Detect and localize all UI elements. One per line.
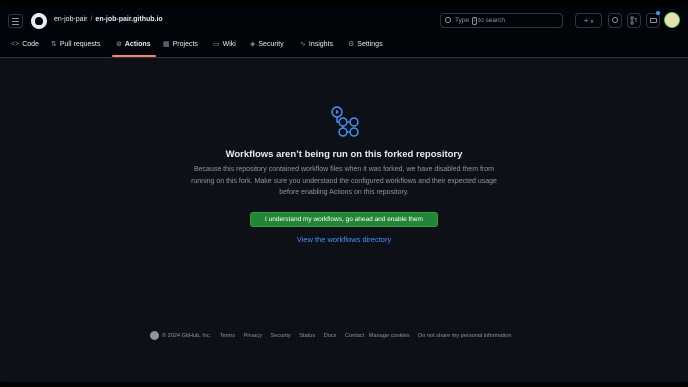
enable-workflows-button[interactable]: I understand my workflows, go ahead and … [250, 212, 438, 227]
play-icon: ⊙ [116, 41, 122, 48]
tab-insights[interactable]: ∿ Insights [300, 37, 333, 57]
tab-wiki[interactable]: ▭ Wiki [213, 37, 236, 57]
tab-label: Security [258, 41, 284, 48]
graph-icon: ∿ [300, 41, 306, 48]
tab-label: Code [22, 41, 39, 48]
tab-label: Wiki [222, 41, 236, 48]
tab-actions[interactable]: ⊙ Actions [116, 37, 151, 57]
inbox-button[interactable] [646, 13, 660, 28]
repo-header: en-job-pair / en-job-pair.github.io Type /… [0, 6, 688, 58]
search-input[interactable]: Type / to search [440, 13, 563, 28]
owner-link[interactable]: en-job-pair [54, 16, 87, 23]
footer-link-contact[interactable]: Contact [345, 333, 364, 339]
code-icon: <> [11, 41, 20, 48]
browser-page: en-job-pair / en-job-pair.github.io Type /… [0, 6, 688, 382]
chevron-down-icon: ▾ [590, 19, 594, 25]
notification-indicator [656, 11, 660, 15]
issue-circle-icon [612, 17, 618, 23]
pull-request-icon: ⇅ [51, 41, 57, 48]
tab-label: Pull requests [59, 41, 101, 48]
workflows-directory-link[interactable]: View the workflows directory [0, 235, 688, 244]
shield-icon: ◈ [250, 41, 256, 48]
search-prefix: Type [455, 17, 470, 24]
tab-label: Insights [308, 41, 333, 48]
footer-link-privacy[interactable]: Privacy [244, 333, 262, 339]
footer-link-security[interactable]: Security [270, 333, 290, 339]
github-logo-icon[interactable] [31, 13, 47, 29]
breadcrumb: en-job-pair / en-job-pair.github.io [54, 16, 163, 23]
tab-label: Actions [124, 41, 151, 48]
footer: © 2024 GitHub, Inc. Terms Privacy Securi… [150, 331, 511, 340]
table-icon: ▦ [163, 41, 170, 48]
page-title: Workflows aren’t being run on this forke… [225, 149, 463, 160]
avatar[interactable] [664, 12, 680, 28]
issues-button[interactable] [608, 13, 622, 28]
workflow-icon [331, 106, 359, 137]
pull-request-icon [630, 16, 637, 25]
search-icon [445, 17, 451, 23]
plus-icon: + [583, 16, 589, 25]
footer-link-status[interactable]: Status [299, 333, 315, 339]
footer-link-do-not-share[interactable]: Do not share my personal information [418, 333, 511, 339]
pull-requests-button[interactable] [627, 13, 641, 28]
create-new-button[interactable]: + ▾ [575, 13, 602, 28]
tab-label: Settings [357, 41, 383, 48]
active-tab-indicator [112, 55, 156, 57]
footer-link-docs[interactable]: Docs [324, 333, 337, 339]
tab-pull-requests[interactable]: ⇅ Pull requests [51, 37, 100, 57]
tab-label: Projects [172, 41, 198, 48]
github-footer-logo-icon[interactable] [150, 331, 159, 340]
tab-projects[interactable]: ▦ Projects [163, 37, 198, 57]
tab-security[interactable]: ◈ Security [250, 37, 284, 57]
footer-link-manage-cookies[interactable]: Manage cookies [369, 333, 410, 339]
gear-icon: ⚙ [348, 41, 355, 48]
page-description: Because this repository contained workfl… [191, 166, 497, 196]
footer-link-terms[interactable]: Terms [220, 333, 235, 339]
search-suffix: to search [478, 17, 506, 24]
tab-code[interactable]: <> Code [11, 37, 39, 57]
breadcrumb-separator: / [90, 16, 93, 23]
footer-copyright: © 2024 GitHub, Inc. [162, 332, 212, 339]
inbox-icon [649, 18, 657, 23]
book-icon: ▭ [213, 41, 220, 48]
tab-settings[interactable]: ⚙ Settings [348, 37, 383, 57]
repo-link[interactable]: en-job-pair.github.io [95, 16, 162, 23]
menu-button[interactable] [8, 14, 23, 28]
search-shortcut-key: / [471, 17, 478, 25]
